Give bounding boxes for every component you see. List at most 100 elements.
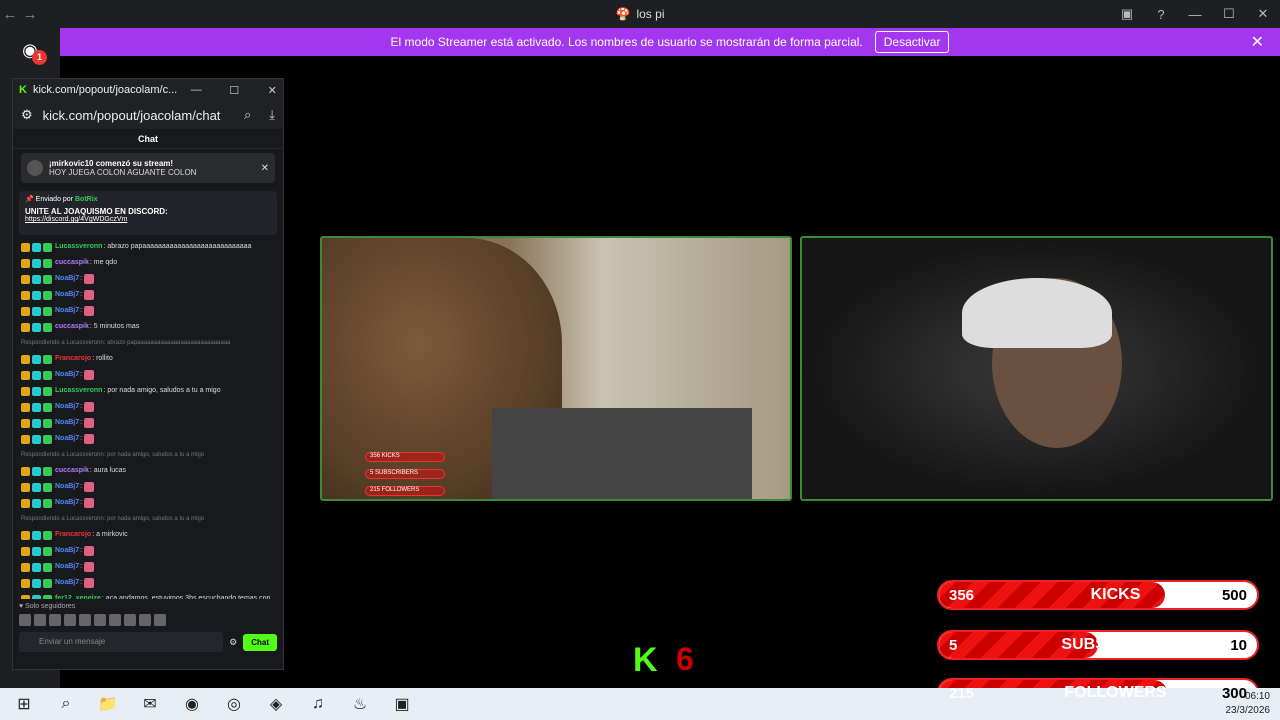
close-icon[interactable]: ✕	[253, 84, 291, 97]
badge-icon	[32, 242, 41, 252]
emote-icon	[84, 274, 95, 284]
reply-text: Respondiendo a Lucassveronn: abrazo papa…	[21, 340, 231, 346]
chat-header: Chat	[13, 129, 283, 149]
minimize-icon[interactable]: —	[1178, 7, 1212, 22]
message-text: :	[80, 275, 83, 282]
username[interactable]: NoaBj7	[55, 415, 79, 431]
file-explorer-icon[interactable]: 📁	[94, 692, 122, 716]
username[interactable]: Lucassveronn	[55, 239, 102, 255]
windows-start-icon[interactable]: ⊞	[10, 692, 38, 716]
deactivate-button[interactable]: Desactivar	[874, 31, 950, 53]
help-icon[interactable]: ?	[1144, 7, 1178, 22]
emote-icon[interactable]	[154, 614, 166, 626]
username[interactable]: NoaBj7	[55, 575, 79, 591]
username[interactable]: cuccaspik	[55, 463, 89, 479]
chat-button[interactable]: Chat	[243, 633, 277, 651]
message-list: Lucassveronn: abrazo papaaaaaaaaaaaaaaaa…	[13, 239, 283, 623]
username[interactable]: Francarojo	[55, 351, 91, 367]
badges	[21, 322, 52, 332]
badge-icon	[21, 546, 30, 556]
badge-icon	[32, 562, 41, 572]
emote-icon[interactable]	[139, 614, 151, 626]
username[interactable]: NoaBj7	[55, 431, 79, 447]
mini-subs-bar: 5 SUBSCRIBERS	[365, 469, 445, 479]
emote-icon[interactable]	[79, 614, 91, 626]
badge-icon	[32, 274, 41, 284]
badge-icon	[21, 530, 30, 540]
forward-icon[interactable]: →	[20, 6, 40, 23]
settings-icon[interactable]: ⚙	[229, 637, 237, 648]
username[interactable]: NoaBj7	[55, 367, 79, 383]
emote-icon[interactable]	[19, 614, 31, 626]
badge-icon	[43, 258, 52, 268]
message-input[interactable]: Enviar un mensaje	[19, 632, 224, 652]
emote-icon[interactable]	[109, 614, 121, 626]
minimize-icon[interactable]: —	[177, 84, 215, 97]
badge-icon	[32, 466, 41, 476]
pinned-link[interactable]: https://discord.gg/4VgWDGczVm	[25, 216, 127, 223]
close-icon[interactable]: ✕	[1246, 6, 1280, 22]
message-text: :	[80, 563, 83, 570]
username[interactable]: NoaBj7	[55, 303, 79, 319]
badge-icon	[21, 562, 30, 572]
badge-icon	[43, 386, 52, 396]
emote-icon[interactable]	[34, 614, 46, 626]
notice-close-icon[interactable]: ✕	[261, 163, 269, 174]
reply-indicator: Respondiendo a Lucassveronn: por nada am…	[21, 447, 275, 463]
site-info-icon[interactable]: ⚙	[21, 107, 33, 123]
chat-message: NoaBj7:	[21, 495, 275, 511]
spotify-icon[interactable]: ♫	[304, 692, 332, 716]
badge-icon	[32, 530, 41, 540]
pinned-message: 📌 Enviado por BotRix UNITE AL JOAQUISMO …	[19, 191, 277, 235]
username[interactable]: NoaBj7	[55, 271, 79, 287]
chat-message: cuccaspik: 5 minutos mas	[21, 319, 275, 335]
emote-icon[interactable]	[64, 614, 76, 626]
badges	[21, 242, 52, 252]
badge-icon	[43, 482, 52, 492]
badge-icon	[21, 402, 30, 412]
banner-close-icon[interactable]: ✕	[1251, 32, 1264, 52]
username[interactable]: NoaBj7	[55, 495, 79, 511]
kick-logo-icon: K	[19, 84, 27, 96]
back-icon[interactable]: ←	[0, 6, 20, 23]
message-text: :	[80, 547, 83, 554]
emote-icon[interactable]	[49, 614, 61, 626]
goal-value: 356	[949, 586, 975, 604]
username[interactable]: cuccaspik	[55, 255, 89, 271]
badge-icon	[32, 258, 41, 268]
zoom-icon[interactable]: ⌕	[244, 107, 251, 123]
emote-icon[interactable]	[94, 614, 106, 626]
username[interactable]: NoaBj7	[55, 543, 79, 559]
steam-icon[interactable]: ♨	[346, 692, 374, 716]
streamer-cap	[962, 278, 1112, 348]
download-icon[interactable]: ⤓	[269, 107, 275, 123]
goal-value: 5	[949, 636, 958, 654]
chat-message: cuccaspik: aura lucas	[21, 463, 275, 479]
bot-name: BotRix	[74, 196, 98, 203]
pin-icon: 📌	[25, 196, 34, 203]
search-icon[interactable]: ⌕	[52, 692, 80, 716]
address-bar[interactable]: ⚙ kick.com/popout/joacolam/chat ⌕ ⤓	[13, 101, 283, 129]
username[interactable]: NoaBj7	[55, 479, 79, 495]
app-icon[interactable]: ▣	[388, 692, 416, 716]
chrome-icon[interactable]: ◎	[220, 692, 248, 716]
username[interactable]: Francarojo	[55, 527, 91, 543]
maximize-icon[interactable]: ☐	[215, 84, 253, 97]
username[interactable]: cuccaspik	[55, 319, 89, 335]
inbox-icon[interactable]: ▣	[1110, 6, 1144, 22]
username[interactable]: NoaBj7	[55, 399, 79, 415]
badge-icon	[32, 370, 41, 380]
username[interactable]: NoaBj7	[55, 287, 79, 303]
emote-icon[interactable]	[124, 614, 136, 626]
outlook-icon[interactable]: ✉	[136, 692, 164, 716]
username[interactable]: NoaBj7	[55, 559, 79, 575]
username[interactable]: Lucassveronn	[55, 383, 102, 399]
discord-taskbar-icon[interactable]: ◈	[262, 692, 290, 716]
badges	[21, 306, 52, 316]
chat-message: NoaBj7:	[21, 271, 275, 287]
obs-icon[interactable]: ◉	[178, 692, 206, 716]
badges	[21, 402, 52, 412]
maximize-icon[interactable]: ☐	[1212, 6, 1246, 22]
pinned-text: UNITE AL JOAQUISMO EN DISCORD:	[25, 207, 168, 216]
goal-label: FOLLOWERS	[1064, 684, 1167, 701]
